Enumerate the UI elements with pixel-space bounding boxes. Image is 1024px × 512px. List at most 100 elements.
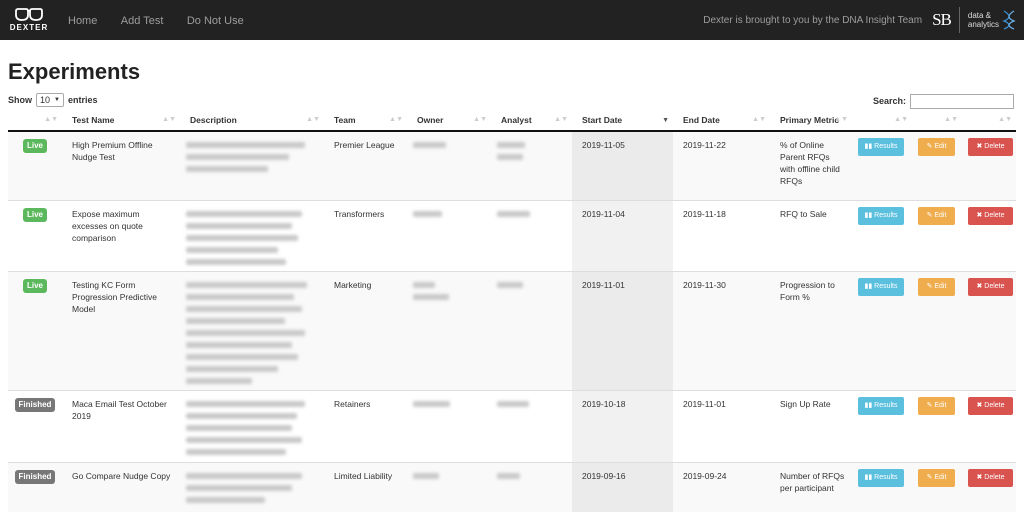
primary-metric: Sign Up Rate (780, 398, 831, 409)
owner-cell (407, 270, 491, 390)
start-date: 2019-11-01 (582, 279, 625, 290)
delete-button[interactable]: ✖ Delete (968, 396, 1013, 415)
col-delete[interactable]: ▲▼ (962, 109, 1016, 132)
test-name[interactable]: Expose maximum excesses on quote compari… (72, 209, 143, 243)
analyst-cell (491, 270, 572, 390)
primary-metric: % of Online Parent RFQs with offline chi… (780, 140, 840, 186)
da-line-1: data & (967, 11, 992, 20)
owner-cell (407, 130, 491, 200)
results-button[interactable]: ▮▮ Results (858, 396, 904, 415)
dexter-logo[interactable]: DEXTER (8, 8, 50, 32)
redacted-text (186, 329, 305, 336)
col-owner[interactable]: Owner ▲▼ (407, 109, 491, 132)
edit-button[interactable]: ✎ Edit (918, 206, 955, 225)
sort-icon: ▲▼ (998, 116, 1012, 123)
redacted-text (186, 166, 268, 172)
test-name[interactable]: Testing KC Form Progression Predictive M… (72, 280, 157, 314)
entries-value: 10 (40, 95, 51, 105)
sort-icon: ▲▼ (894, 116, 908, 123)
search-label: Search: (872, 96, 906, 106)
status-badge: Live (22, 207, 47, 222)
redacted-text (186, 448, 287, 455)
col-end-date[interactable]: End Date ▲▼ (673, 109, 770, 132)
redacted-text (497, 472, 521, 479)
dna-icon (1002, 10, 1016, 30)
table-row: Live Expose maximum excesses on quote com… (8, 199, 1016, 271)
nav-do-not-use[interactable]: Do Not Use (187, 15, 244, 27)
col-analyst[interactable]: Analyst ▲▼ (491, 109, 572, 132)
results-button[interactable]: ▮▮ Results (858, 277, 904, 296)
sort-icon: ▲▼ (44, 116, 58, 123)
test-name[interactable]: High Premium Offline Nudge Test (72, 140, 153, 162)
delete-button[interactable]: ✖ Delete (968, 138, 1013, 156)
bar-chart-icon: ▮▮ (864, 282, 875, 290)
owner-cell (407, 199, 491, 271)
tagline: Dexter is brought to you by the DNA Insi… (703, 14, 923, 26)
team: Limited Liability (334, 470, 393, 481)
end-date: 2019-11-30 (683, 279, 726, 290)
show-label: Show (8, 95, 32, 105)
table-row: Live Testing KC Form Progression Predicti… (8, 270, 1016, 390)
sort-icon: ▲▼ (944, 116, 958, 123)
redacted-text (186, 305, 303, 312)
edit-button[interactable]: ✎ Edit (918, 468, 955, 487)
status-badge: Live (22, 278, 47, 293)
redacted-text (186, 496, 266, 503)
owner-cell (407, 461, 491, 512)
redacted-text (186, 258, 287, 265)
start-date: 2019-11-05 (582, 140, 625, 150)
delete-button[interactable]: ✖ Delete (968, 277, 1013, 296)
sort-icon: ▲▼ (306, 116, 320, 123)
edit-button[interactable]: ✎ Edit (918, 277, 955, 296)
test-name[interactable]: Go Compare Nudge Copy (72, 471, 170, 481)
col-status[interactable]: ▲▼ (8, 109, 62, 132)
team: Transformers (334, 208, 385, 219)
col-test-name[interactable]: Test Name ▲▼ (62, 109, 180, 132)
top-navbar: DEXTER Home Add Test Do Not Use Dexter i… (0, 0, 1024, 40)
sort-desc-icon: ▼ (662, 117, 669, 124)
nav-home[interactable]: Home (68, 15, 97, 27)
owner-cell (407, 389, 491, 462)
delete-button[interactable]: ✖ Delete (968, 206, 1013, 225)
results-button[interactable]: ▮▮ Results (858, 468, 904, 487)
redacted-text (186, 154, 289, 160)
test-name[interactable]: Maca Email Test October 2019 (72, 399, 167, 421)
end-date: 2019-11-01 (683, 398, 726, 409)
col-team[interactable]: Team ▲▼ (324, 109, 407, 132)
nav-links: Home Add Test Do Not Use (68, 11, 263, 29)
status-badge: Finished (14, 397, 56, 412)
edit-button[interactable]: ✎ Edit (918, 396, 955, 415)
entries-select[interactable]: 10 ▼ (36, 93, 64, 107)
nav-right: Dexter is brought to you by the DNA Insi… (703, 7, 1016, 33)
redacted-text (186, 341, 292, 348)
delete-button[interactable]: ✖ Delete (968, 468, 1013, 487)
col-start-date[interactable]: Start Date ▼ (572, 109, 673, 132)
status-badge: Live (22, 139, 47, 153)
col-edit[interactable]: ▲▼ (912, 109, 962, 132)
col-results[interactable]: ▲▼ (852, 109, 912, 132)
brand-name: DEXTER (9, 23, 49, 32)
start-date: 2019-10-18 (582, 398, 626, 409)
chevron-down-icon: ▼ (54, 97, 60, 103)
redacted-text (497, 210, 531, 217)
redacted-text (186, 222, 292, 229)
end-date: 2019-11-18 (683, 208, 726, 219)
description-cell (180, 130, 324, 200)
results-button[interactable]: ▮▮ Results (858, 138, 904, 156)
nav-add-test[interactable]: Add Test (121, 15, 164, 27)
sort-icon: ▲▼ (162, 116, 176, 123)
redacted-text (186, 412, 297, 419)
redacted-text (186, 317, 285, 324)
results-button[interactable]: ▮▮ Results (858, 206, 904, 225)
team: Retainers (334, 398, 371, 409)
search-input[interactable] (910, 93, 1014, 109)
sb-logo: SB (932, 10, 952, 29)
col-primary-metric[interactable]: Primary Metric ▲▼ (770, 109, 852, 132)
redacted-text (186, 484, 292, 491)
entries-label: entries (68, 95, 98, 105)
col-description[interactable]: Description ▲▼ (180, 109, 324, 132)
edit-button[interactable]: ✎ Edit (918, 138, 955, 156)
primary-metric: Number of RFQs per participant (780, 470, 845, 493)
table-controls: Show 10 ▼ entries Search: (0, 92, 1024, 109)
redacted-text (186, 246, 279, 253)
